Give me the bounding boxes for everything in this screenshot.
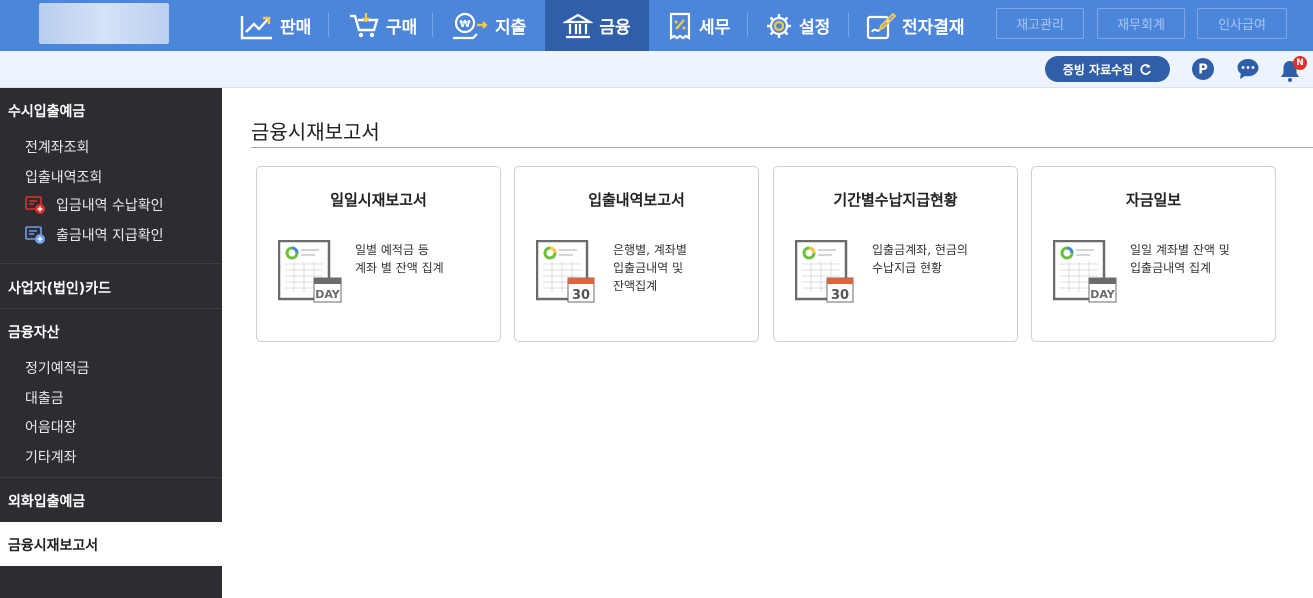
card-description: 일별 예적금 등 계좌 별 잔액 집계 [355, 243, 444, 275]
nav-esign-label: 전자결재 [902, 18, 965, 38]
sidebar-divider [0, 263, 222, 264]
card-period-receipt-payment[interactable]: 기간별수납지급현황 30 입출금계좌, 현금의 수납지급 현황 [773, 166, 1018, 342]
card-description: 일일 계좌별 잔액 및 입출금내역 집계 [1130, 243, 1230, 275]
nav-settings[interactable]: 설정 [765, 0, 830, 51]
card-description: 은행별, 계좌별 입출금내역 및 잔액집계 [613, 243, 687, 293]
nav-esign[interactable]: 전자결재 [866, 0, 965, 51]
evidence-collect-label: 증빙 자료수집 [1062, 62, 1134, 77]
sidebar-item-loan[interactable]: 대출금 [25, 388, 64, 408]
sidebar-active-label: 금융시재보고서 [8, 538, 99, 554]
withdrawal-confirm-icon [25, 226, 45, 244]
sidebar-section-foreign-deposit[interactable]: 외화입출예금 [8, 491, 85, 511]
utility-bar: 증빙 자료수집 P N [0, 51, 1313, 88]
nav-divider [747, 13, 748, 37]
sidebar-item-label: 출금내역 지급확인 [56, 228, 164, 244]
nav-settings-label: 설정 [799, 18, 831, 38]
report-day-icon: DAY [278, 240, 342, 303]
tax-receipt-icon [669, 12, 691, 40]
card-daily-funds[interactable]: 자금일보 DAY 일일 계좌별 잔액 및 입출금내역 집계 [1031, 166, 1276, 342]
sign-pen-icon [866, 12, 896, 39]
chat-icon[interactable] [1236, 57, 1260, 81]
payroll-button[interactable]: 인사급여 [1197, 8, 1287, 39]
sidebar-item-term-deposit[interactable]: 정기예적금 [25, 358, 89, 378]
nav-divider [328, 13, 329, 37]
notification-badge: N [1293, 56, 1307, 70]
nav-expense-label: 지출 [495, 18, 527, 38]
sidebar-divider [0, 477, 222, 478]
company-logo[interactable] [39, 3, 169, 44]
card-transaction-report[interactable]: 입출내역보고서 30 은행별, 계좌별 입출금내역 및 잔액집계 [514, 166, 759, 342]
nav-finance[interactable]: 금융 [545, 0, 649, 51]
page-title: 금융시재보고서 [251, 120, 380, 144]
gear-icon [767, 13, 791, 38]
report-calendar-icon: 30 [536, 240, 595, 303]
nav-finance-label: 금융 [599, 18, 631, 38]
evidence-collect-button[interactable]: 증빙 자료수집 [1045, 56, 1170, 82]
card-title: 일일시재보고서 [330, 191, 427, 209]
sidebar-item-deposit-confirm[interactable]: 입금내역 수납확인 [25, 195, 164, 215]
card-description: 입출금계좌, 현금의 수납지급 현황 [872, 243, 968, 275]
sidebar-item-other-accounts[interactable]: 기타계좌 [25, 447, 77, 467]
card-title: 자금일보 [1125, 191, 1182, 209]
bank-icon [563, 13, 594, 38]
report-day-icon-label: DAY [1090, 288, 1116, 301]
nav-sales[interactable]: 판매 [240, 0, 311, 51]
report-calendar-icon-label: 30 [572, 288, 590, 303]
title-divider [251, 147, 1313, 148]
refresh-icon [1140, 63, 1152, 75]
inventory-button[interactable]: 재고관리 [996, 8, 1084, 39]
report-day-icon-label: DAY [315, 288, 341, 301]
nav-divider [848, 13, 849, 37]
deposit-confirm-icon [25, 196, 45, 214]
accounting-button[interactable]: 재무회계 [1097, 8, 1185, 39]
card-title: 기간별수납지급현황 [833, 191, 958, 209]
sidebar-section-corporate-card[interactable]: 사업자(법인)카드 [8, 278, 111, 298]
card-daily-cash-report[interactable]: 일일시재보고서 DAY 일별 예적금 등 계좌 별 잔액 집계 [256, 166, 501, 342]
sidebar-divider [0, 308, 222, 309]
nav-tax[interactable]: 세무 [667, 0, 730, 51]
sidebar-section-cash-report[interactable]: 금융시재보고서 [0, 522, 222, 566]
chart-up-icon [240, 15, 272, 39]
top-nav: 판매 구매 ₩ 지출 금융 세무 설정 전자결재 재고관리 재무회계 인사급여 [0, 0, 1313, 51]
sidebar-item-withdrawal-confirm[interactable]: 출금내역 지급확인 [25, 225, 164, 245]
report-calendar-icon: 30 [795, 240, 854, 303]
nav-expense[interactable]: ₩ 지출 [451, 0, 526, 51]
nav-purchase[interactable]: 구매 [348, 0, 417, 51]
nav-purchase-label: 구매 [386, 18, 418, 38]
report-day-icon: DAY [1053, 240, 1117, 303]
sidebar: 수시입출예금 전계좌조회 입출내역조회 입금내역 수납확인 출금내역 지급확인 … [0, 88, 222, 598]
sidebar-item-bill-ledger[interactable]: 어음대장 [25, 417, 77, 437]
nav-divider [432, 13, 433, 37]
sidebar-section-demand-deposit[interactable]: 수시입출예금 [8, 101, 85, 121]
sidebar-item-all-accounts[interactable]: 전계좌조회 [25, 137, 89, 157]
svg-text:₩: ₩ [459, 19, 470, 30]
report-calendar-icon-label: 30 [831, 288, 849, 303]
point-icon[interactable]: P [1191, 57, 1215, 81]
sidebar-item-label: 입금내역 수납확인 [56, 198, 164, 214]
card-title: 입출내역보고서 [588, 191, 685, 209]
point-icon-label: P [1198, 63, 1208, 78]
nav-sales-label: 판매 [280, 18, 312, 38]
nav-tax-label: 세무 [699, 18, 731, 38]
sidebar-item-transactions[interactable]: 입출내역조회 [25, 167, 102, 187]
sidebar-section-financial-assets[interactable]: 금융자산 [8, 322, 60, 342]
coin-hand-icon: ₩ [453, 12, 488, 39]
cart-icon [350, 12, 379, 37]
